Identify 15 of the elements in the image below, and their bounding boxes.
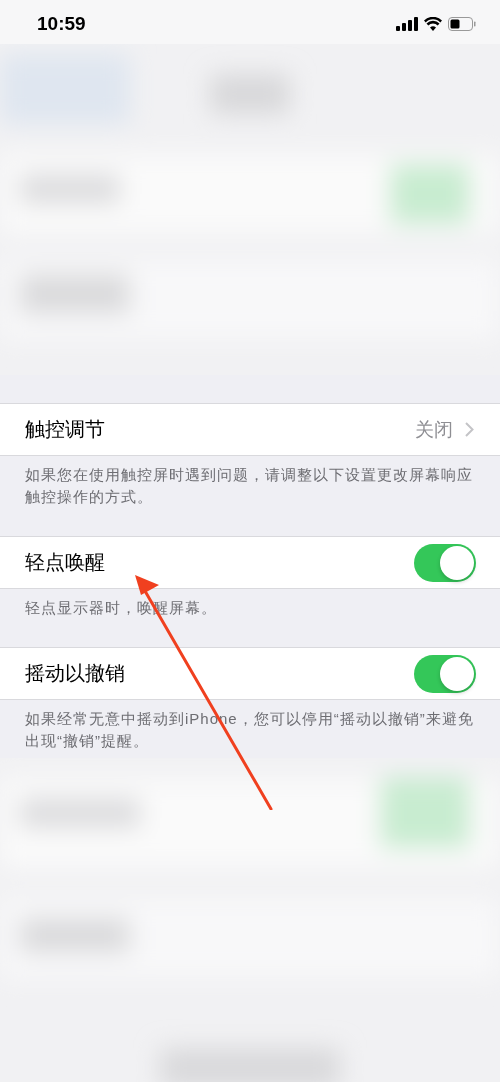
row-label: 摇动以撤销 — [25, 661, 125, 686]
settings-row[interactable]: 摇动以撤销 — [0, 647, 500, 700]
chevron-icon — [465, 422, 474, 437]
footer-note: 如果您在使用触控屏时遇到问题，请调整以下设置更改屏幕响应触控操作的方式。 — [24, 465, 474, 507]
settings-row[interactable]: 触控调节 关闭 — [0, 403, 500, 456]
settings-row[interactable]: 轻点唤醒 — [0, 536, 500, 589]
row-label: 触控调节 — [25, 417, 105, 442]
wifi-icon — [424, 17, 442, 31]
battery-icon — [448, 17, 476, 31]
toggle-switch[interactable] — [414, 654, 476, 693]
signal-icon — [396, 17, 418, 31]
row-label: 轻点唤醒 — [25, 550, 105, 575]
setting-value: 关闭 — [415, 417, 453, 442]
toggle-switch[interactable] — [414, 543, 476, 582]
clock-time: 10:59 — [37, 12, 86, 35]
